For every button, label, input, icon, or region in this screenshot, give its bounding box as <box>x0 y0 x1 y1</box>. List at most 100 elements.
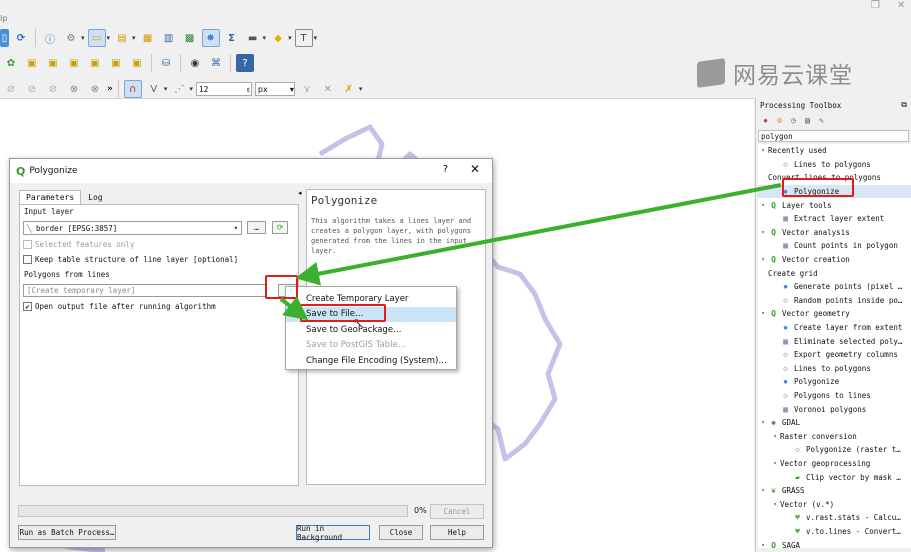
add-polygon-icon[interactable]: ▣ <box>65 54 83 72</box>
toolbox-search-input[interactable]: polygon <box>758 130 909 142</box>
tree-row[interactable]: ✸ Polygonize <box>758 184 911 199</box>
chevron-down-icon[interactable]: ▾ <box>758 147 768 154</box>
chevron-down-icon[interactable]: ▾ <box>770 433 780 440</box>
batch-process-button[interactable]: Run as Batch Process… <box>18 525 116 540</box>
menu-item-save-to-geopackage[interactable]: Save to GeoPackage… <box>286 322 456 338</box>
tree-row[interactable]: ▾ Vector (v.*) <box>758 497 911 511</box>
map-tips-icon[interactable]: ◆ <box>269 29 287 47</box>
chevron-down-icon[interactable]: ▾ <box>770 501 780 508</box>
results-viewer-icon[interactable]: ▤ <box>802 115 813 126</box>
tree-row[interactable]: ◇ Polygonize (raster t… <box>758 443 911 457</box>
scripts-icon[interactable]: ⚙ <box>774 115 785 126</box>
restore-icon[interactable]: ❐ <box>871 0 880 11</box>
run-in-background-button[interactable]: Run in Background <box>296 524 370 542</box>
trace-icon[interactable]: ⋎ <box>298 80 316 98</box>
spin-arrows-icon[interactable]: ⇕ <box>246 85 251 94</box>
float-panel-icon[interactable]: ⧉ <box>901 100 907 110</box>
cancel-button[interactable]: Cancel <box>430 504 484 519</box>
tree-row[interactable]: ◇ Random points inside po… <box>758 294 911 308</box>
chevron-down-icon[interactable]: ▾ <box>81 34 85 42</box>
chevron-down-icon[interactable]: ▾ <box>107 34 111 42</box>
tree-row[interactable]: ▾ Vector geoprocessing <box>758 457 911 471</box>
chevron-down-icon[interactable]: ▾ <box>132 34 136 42</box>
close-button[interactable]: Close <box>379 525 423 540</box>
tree-row[interactable]: ▰ Clip vector by mask … <box>758 470 911 484</box>
input-layer-select[interactable]: ╲ border [EPSG:3857] ▾ <box>23 221 242 235</box>
tree-row[interactable]: ◇ Export geometry columns <box>758 348 911 362</box>
rotate-label-icon[interactable]: ⊗ <box>86 80 104 98</box>
menu-bar-fragment[interactable]: lp <box>0 14 7 23</box>
deselect-icon[interactable]: ▤ <box>113 29 131 47</box>
python-icon[interactable]: ⌘ <box>207 54 225 72</box>
tree-row[interactable]: ✸ Create layer from extent <box>758 321 911 335</box>
tree-row[interactable]: ♥ v.rast.stats - Calcu… <box>758 511 911 525</box>
text-annotation-icon[interactable]: T <box>294 29 313 47</box>
settings-cog-icon[interactable]: ⚙ <box>62 29 80 47</box>
tree-row[interactable]: ▾ Q Vector creation <box>758 253 911 267</box>
snapping-magnet-icon[interactable]: ∩ <box>123 80 142 98</box>
chevron-down-icon[interactable]: ▾ <box>288 34 292 42</box>
chevron-down-icon[interactable]: ▾ <box>314 34 318 42</box>
more-tools-icon[interactable]: » <box>107 84 113 94</box>
collapse-help-icon[interactable]: ◂ <box>298 189 302 197</box>
snap-tolerance-input[interactable]: 12 ⇕ <box>195 82 252 96</box>
options-wrench-icon[interactable]: ✎ <box>816 115 827 126</box>
tree-row[interactable]: ▦ Count points in polygon <box>758 239 911 253</box>
measure-icon[interactable]: ▬ <box>244 29 262 47</box>
help-button[interactable]: Help <box>430 525 484 540</box>
topology-icon[interactable]: ✗ <box>340 80 358 98</box>
pan-map-icon[interactable]: ▯ <box>0 29 9 47</box>
tree-row[interactable]: ✸ Polygonize <box>758 375 911 389</box>
refresh-icon[interactable]: ⟳ <box>12 29 30 47</box>
tree-row[interactable]: ▦ Extract layer extent <box>758 212 911 226</box>
tree-row[interactable]: ▦ Eliminate selected poly… <box>758 334 911 348</box>
tree-row[interactable]: ▾ Q Vector analysis <box>758 226 911 240</box>
tab-log[interactable]: Log <box>81 190 109 205</box>
label-tool-icon[interactable]: ⊘ <box>2 80 20 98</box>
digitize-icon[interactable]: ✿ <box>2 54 20 72</box>
statistics-sigma-icon[interactable]: Σ <box>223 29 241 47</box>
tree-row[interactable]: ▦ Voronoi polygons <box>758 402 911 416</box>
move-label-icon[interactable]: ⊗ <box>65 80 83 98</box>
show-label-icon[interactable]: ⊘ <box>44 80 62 98</box>
history-icon[interactable]: ◷ <box>788 115 799 126</box>
menu-item-change-file-encoding[interactable]: Change File Encoding (System)… <box>286 353 456 369</box>
chevron-down-icon[interactable]: ▾ <box>758 419 768 426</box>
add-line-icon[interactable]: ▣ <box>44 54 62 72</box>
gps-icon[interactable]: ◉ <box>186 54 204 72</box>
output-destination-input[interactable]: [Create temporary layer] <box>23 284 266 297</box>
snap-unit-select[interactable]: px ▾ <box>254 82 295 96</box>
intersection-icon[interactable]: ✕ <box>319 80 337 98</box>
snap-vertex-icon[interactable]: V <box>145 80 163 98</box>
checkbox-box[interactable] <box>23 255 32 264</box>
tree-row[interactable]: ♥ v.to.lines - Convert… <box>758 525 911 539</box>
chevron-down-icon[interactable]: ▾ <box>164 85 168 93</box>
select-by-location-icon[interactable]: ▦ <box>139 29 157 47</box>
move-feature-icon[interactable]: ▣ <box>86 54 104 72</box>
iterate-over-features-icon[interactable]: ⟳ <box>272 221 288 234</box>
database-icon[interactable]: ⛁ <box>157 54 175 72</box>
chevron-down-icon[interactable]: ▾ <box>263 34 267 42</box>
models-icon[interactable]: ✸ <box>760 115 771 126</box>
chevron-down-icon[interactable]: ▾ <box>758 229 768 236</box>
chevron-down-icon[interactable]: ▾ <box>758 310 768 317</box>
tree-row[interactable]: ▾ Q Layer tools <box>758 198 911 212</box>
chevron-down-icon[interactable]: ▾ <box>770 460 780 467</box>
chevron-down-icon[interactable]: ▾ <box>189 85 193 93</box>
tree-row[interactable]: ▾ Raster conversion <box>758 429 911 443</box>
help-book-icon[interactable]: ? <box>236 54 254 72</box>
tree-row[interactable]: ▾ Recently used <box>758 144 911 158</box>
selected-features-only-checkbox[interactable]: Selected features only <box>23 240 134 249</box>
tree-row[interactable]: ▾ ❦ GRASS <box>758 484 911 498</box>
identify-icon[interactable]: ⓘ <box>41 29 59 47</box>
chevron-down-icon[interactable]: ▾ <box>758 202 768 209</box>
checkbox-box[interactable] <box>23 240 32 249</box>
tree-row[interactable]: ◇ Lines to polygons <box>758 158 911 172</box>
open-output-checkbox[interactable]: ✔ Open output file after running algorit… <box>23 302 216 311</box>
add-point-icon[interactable]: ▣ <box>23 54 41 72</box>
attribute-table-icon[interactable]: ▥ <box>160 29 178 47</box>
tree-row[interactable]: Create grid <box>758 266 911 280</box>
delete-selected-icon[interactable]: ▣ <box>128 54 146 72</box>
tree-row[interactable]: ▾ Q SAGA <box>758 538 911 548</box>
menu-item-create-temporary-layer[interactable]: Create Temporary Layer <box>286 291 456 307</box>
